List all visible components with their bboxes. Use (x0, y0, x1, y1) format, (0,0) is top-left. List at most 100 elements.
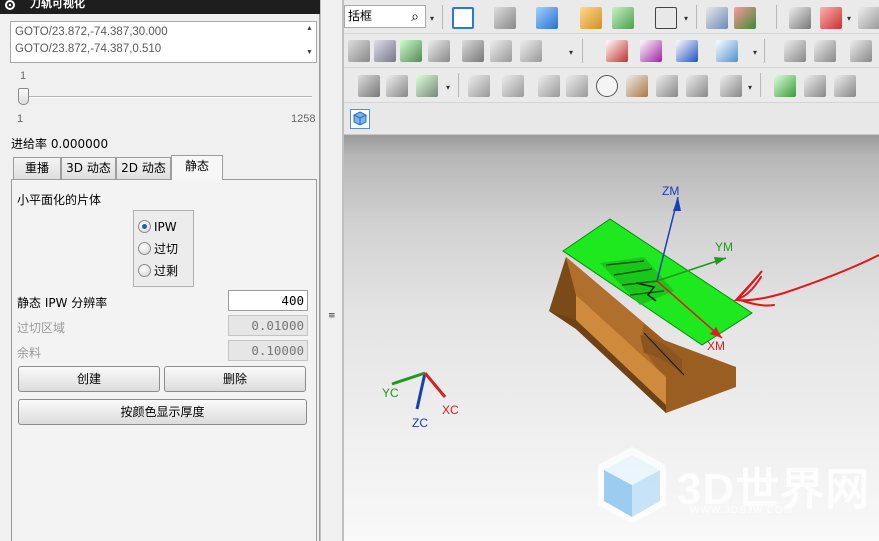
wcs-orient-icon[interactable] (706, 7, 728, 29)
layout-icon[interactable] (386, 75, 408, 97)
create-button[interactable]: 创建 (18, 366, 160, 392)
animation-slider-thumb[interactable] (18, 88, 29, 105)
more-icon[interactable] (858, 7, 879, 29)
chevron-down-icon[interactable]: ▾ (430, 14, 434, 23)
slider-max-label: 1258 (291, 113, 316, 125)
toolpath-listing[interactable]: GOTO/23.872,-74.387,30.000 GOTO/23.872,-… (10, 21, 317, 63)
scroll-up-icon[interactable]: ▲ (306, 25, 313, 32)
chevron-down-icon[interactable]: ▾ (847, 14, 851, 23)
feed-icon[interactable] (538, 75, 560, 97)
clamp-icon[interactable] (348, 40, 370, 62)
panel-splitter[interactable]: ≡ (320, 0, 344, 541)
radio-indicator[interactable] (138, 264, 151, 277)
chevron-down-icon[interactable]: ▾ (753, 48, 757, 57)
toolbar-separator (776, 5, 777, 29)
check-icon[interactable] (774, 75, 796, 97)
splitter-grip-icon[interactable]: ≡ (328, 311, 336, 321)
display-tool-icon[interactable] (676, 40, 698, 62)
slider-current-value: 1 (20, 70, 27, 82)
radio-label: 过剩 (154, 264, 179, 278)
slider-min-label: 1 (17, 113, 24, 125)
tab-3d-dynamic[interactable]: 3D 动态 (61, 157, 116, 179)
toolbar-row-edit: ▾ ▾ (344, 68, 879, 103)
radio-indicator[interactable] (138, 220, 151, 233)
tab-replay[interactable]: 重播 (13, 157, 61, 179)
ipw-resolution-label: 静态 IPW 分辨率 (17, 296, 108, 310)
machine-icon[interactable] (374, 40, 396, 62)
folder-open-icon[interactable] (580, 7, 602, 29)
toolbar-separator (442, 5, 443, 29)
radio-label: IPW (154, 220, 177, 234)
operation-icon[interactable] (814, 40, 836, 62)
cut-icon[interactable] (804, 75, 826, 97)
toolpath-list-icon[interactable] (400, 40, 422, 62)
list-icon[interactable] (720, 75, 742, 97)
more-icon[interactable] (850, 40, 872, 62)
tab-static[interactable]: 静态 (171, 155, 223, 180)
measure-icon[interactable] (566, 75, 588, 97)
tab-2d-dynamic[interactable]: 2D 动态 (116, 157, 171, 179)
search-icon[interactable]: ⌕ (411, 7, 419, 27)
csys-icon[interactable] (820, 7, 842, 29)
graphics-viewport[interactable]: ZM YM XM YC ZC XC 3D世界网 WWW.3DSJW.COM (344, 135, 879, 541)
verify-icon[interactable] (462, 40, 484, 62)
toolbar-ribbon: 括框 ⌕ ▾ ▾ ▾ ▾ ▾ ▾ ▾ (344, 0, 879, 103)
chevron-down-icon[interactable]: ▾ (446, 83, 450, 92)
shaded-cube-icon[interactable] (536, 7, 558, 29)
shop-doc-icon[interactable] (490, 40, 512, 62)
excess-material-label: 余料 (17, 346, 42, 360)
postprocess-icon[interactable] (428, 40, 450, 62)
render-style-icon[interactable] (494, 7, 516, 29)
drill-icon[interactable] (416, 75, 438, 97)
toolbar-row-manufacturing: ▾ ▾ (344, 34, 879, 68)
edit-icon[interactable] (834, 75, 856, 97)
listing-scrollbar[interactable]: ▲ ▼ (304, 22, 316, 62)
replay-path-icon[interactable] (640, 40, 662, 62)
selection-filter-value[interactable]: 括框 (348, 9, 372, 23)
background-icon[interactable] (655, 7, 677, 29)
tool-axis-icon[interactable] (716, 40, 738, 62)
selection-filter-input[interactable]: 括框 ⌕ (344, 5, 426, 28)
axis-label-zm: ZM (662, 184, 679, 198)
fit-view-icon[interactable] (452, 7, 474, 29)
generate-path-icon[interactable] (606, 40, 628, 62)
chevron-down-icon[interactable]: ▾ (748, 83, 752, 92)
dialog-title-bar: 刀轨可视化 ✖ (0, 0, 344, 14)
view-triad: YC ZC XC (382, 371, 459, 430)
show-thickness-by-color-button[interactable]: 按颜色显示厚度 (18, 399, 307, 425)
axis-label-zc: ZC (412, 416, 428, 430)
chevron-down-icon[interactable]: ▾ (684, 14, 688, 23)
part-document-icon[interactable] (350, 109, 370, 129)
excess-material-input: 0.10000 (228, 340, 308, 361)
toolbar-separator (760, 73, 761, 97)
hand-annotation-stroke (733, 254, 879, 307)
delete-button[interactable]: 删除 (164, 366, 306, 392)
geometry-icon[interactable] (784, 40, 806, 62)
radio-indicator[interactable] (138, 242, 151, 255)
overcut-region-input: 0.01000 (228, 315, 308, 336)
material-icon[interactable] (656, 75, 678, 97)
animation-slider-track[interactable] (20, 96, 312, 98)
axis-label-yc: YC (382, 386, 399, 400)
part-icon[interactable] (686, 75, 708, 97)
transform-icon[interactable] (502, 75, 524, 97)
probe-icon[interactable] (358, 75, 380, 97)
ipw-resolution-input[interactable]: 400 (228, 290, 308, 311)
wcs-display-icon[interactable] (734, 7, 756, 29)
chevron-down-icon[interactable]: ▾ (569, 48, 573, 57)
toolbar-separator (582, 39, 583, 63)
curve-icon[interactable] (626, 75, 648, 97)
toolbar-separator (458, 73, 459, 97)
toolpath-visualization-dialog: 刀轨可视化 ✖ GOTO/23.872,-74.387,30.000 GOTO/… (0, 0, 344, 541)
clipping-plane-icon[interactable] (612, 7, 634, 29)
gear-icon[interactable] (4, 0, 16, 14)
circle-icon[interactable] (596, 75, 618, 97)
layer-icon[interactable] (789, 7, 811, 29)
toolpath-line[interactable]: GOTO/23.872,-74.387,30.000 (15, 26, 168, 38)
scroll-down-icon[interactable]: ▼ (306, 49, 313, 56)
toolpath-line[interactable]: GOTO/23.872,-74.387,0.510 (15, 43, 161, 55)
toolbar-separator (764, 39, 765, 63)
watermark-url: WWW.3DSJW.COM (690, 505, 793, 516)
rotate-icon[interactable] (520, 40, 542, 62)
sequence-icon[interactable] (468, 75, 490, 97)
